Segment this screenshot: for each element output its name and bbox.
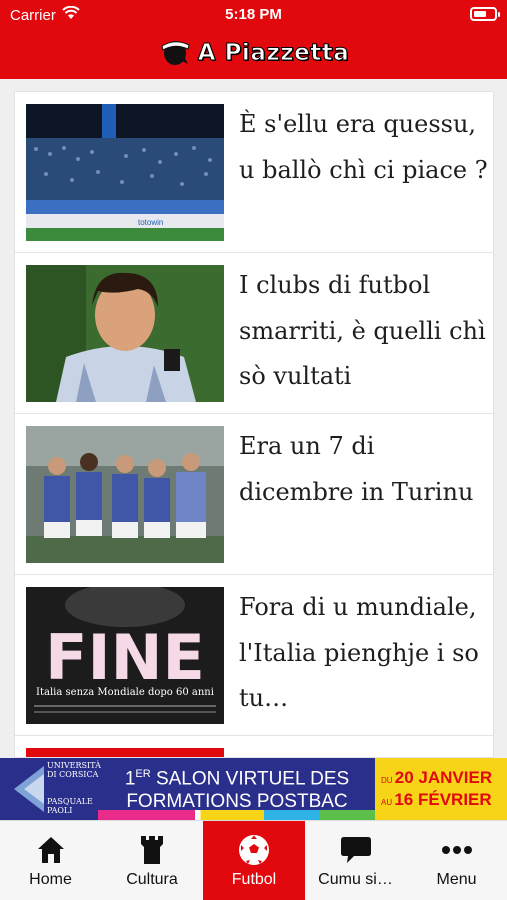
footballer-portrait-photo <box>26 265 224 402</box>
more-dots-icon <box>440 833 474 867</box>
article-title: È s'ellu era quessu, u ballò chì ci piac… <box>239 110 488 184</box>
tab-cumu-si[interactable]: Cumu si… <box>305 821 406 900</box>
battery-icon <box>470 7 500 21</box>
soccer-ball-icon <box>237 833 271 867</box>
stadium-crowd-photo: totowin <box>26 104 224 241</box>
speech-bubble-icon <box>339 833 373 867</box>
fine-headline: FINE <box>45 621 205 694</box>
tab-label: Cultura <box>126 871 178 888</box>
moor-head-icon <box>158 36 192 71</box>
article-card[interactable]: FINE Italia senza Mondiale dopo 60 anni … <box>15 575 493 736</box>
tab-label: Cumu si… <box>318 871 393 888</box>
tab-label: Home <box>29 871 72 888</box>
pasquale-paoli-name: PASQUALE PAOLI <box>47 797 93 815</box>
status-time: 5:18 PM <box>225 6 282 23</box>
brand-logo[interactable]: A Piazzetta <box>0 33 507 73</box>
house-icon <box>34 833 68 867</box>
article-title: I clubs di futbol smarriti, è quelli chì… <box>239 271 486 390</box>
tab-label: Futbol <box>231 871 277 888</box>
article-card[interactable]: totowin È s'ellu era quessu, u ballò chì… <box>15 92 493 253</box>
article-title: Era un 7 di dicembre in Turinu <box>239 432 474 506</box>
tab-home[interactable]: Home <box>0 821 101 900</box>
team-celebration-photo <box>26 426 224 563</box>
article-thumbnail <box>26 748 224 757</box>
article-card[interactable]: I clubs di futbol smarriti, è quelli chì… <box>15 253 493 414</box>
ad-start-date: DU 20 JANVIER <box>381 768 493 787</box>
app-header: Carrier 5:18 PM A Piazzetta <box>0 0 507 79</box>
ad-end-date: AU 16 FÉVRIER <box>381 790 492 809</box>
fine-subheadline: Italia senza Mondiale dopo 60 anni <box>36 687 214 698</box>
tab-bar: Home Cultura Futbol Cumu si… Menu <box>0 820 507 900</box>
tab-cultura[interactable]: Cultura <box>101 821 203 900</box>
article-card[interactable] <box>15 736 493 757</box>
ad-color-stripe <box>98 810 375 820</box>
tab-futbol[interactable]: Futbol <box>203 821 305 900</box>
tower-icon <box>135 833 169 867</box>
ad-banner[interactable]: UNIVERSITÀ DI CORSICA PASQUALE PAOLI 1ER… <box>0 758 507 820</box>
status-bar: Carrier 5:18 PM <box>0 0 507 30</box>
tab-menu[interactable]: Menu <box>406 821 507 900</box>
tab-label: Menu <box>436 871 477 888</box>
article-title: Fora di u mundiale, l'Italia pienghje i … <box>239 593 479 712</box>
article-list[interactable]: totowin È s'ellu era quessu, u ballò chì… <box>14 91 494 758</box>
university-name: UNIVERSITÀ DI CORSICA <box>47 761 101 779</box>
university-logo: UNIVERSITÀ DI CORSICA PASQUALE PAOLI <box>14 758 101 820</box>
article-card[interactable]: Era un 7 di dicembre in Turinu <box>15 414 493 575</box>
ad-date-panel: DU 20 JANVIER AU 16 FÉVRIER <box>375 758 507 820</box>
board-text: totowin <box>138 218 163 227</box>
ad-headline: 1ER SALON VIRTUEL DES FORMATIONS POSTBAC <box>124 768 350 813</box>
app-title: A Piazzetta <box>197 40 350 67</box>
corsica-shield-icon <box>14 766 44 812</box>
newspaper-front-photo: FINE Italia senza Mondiale dopo 60 anni <box>26 587 224 724</box>
